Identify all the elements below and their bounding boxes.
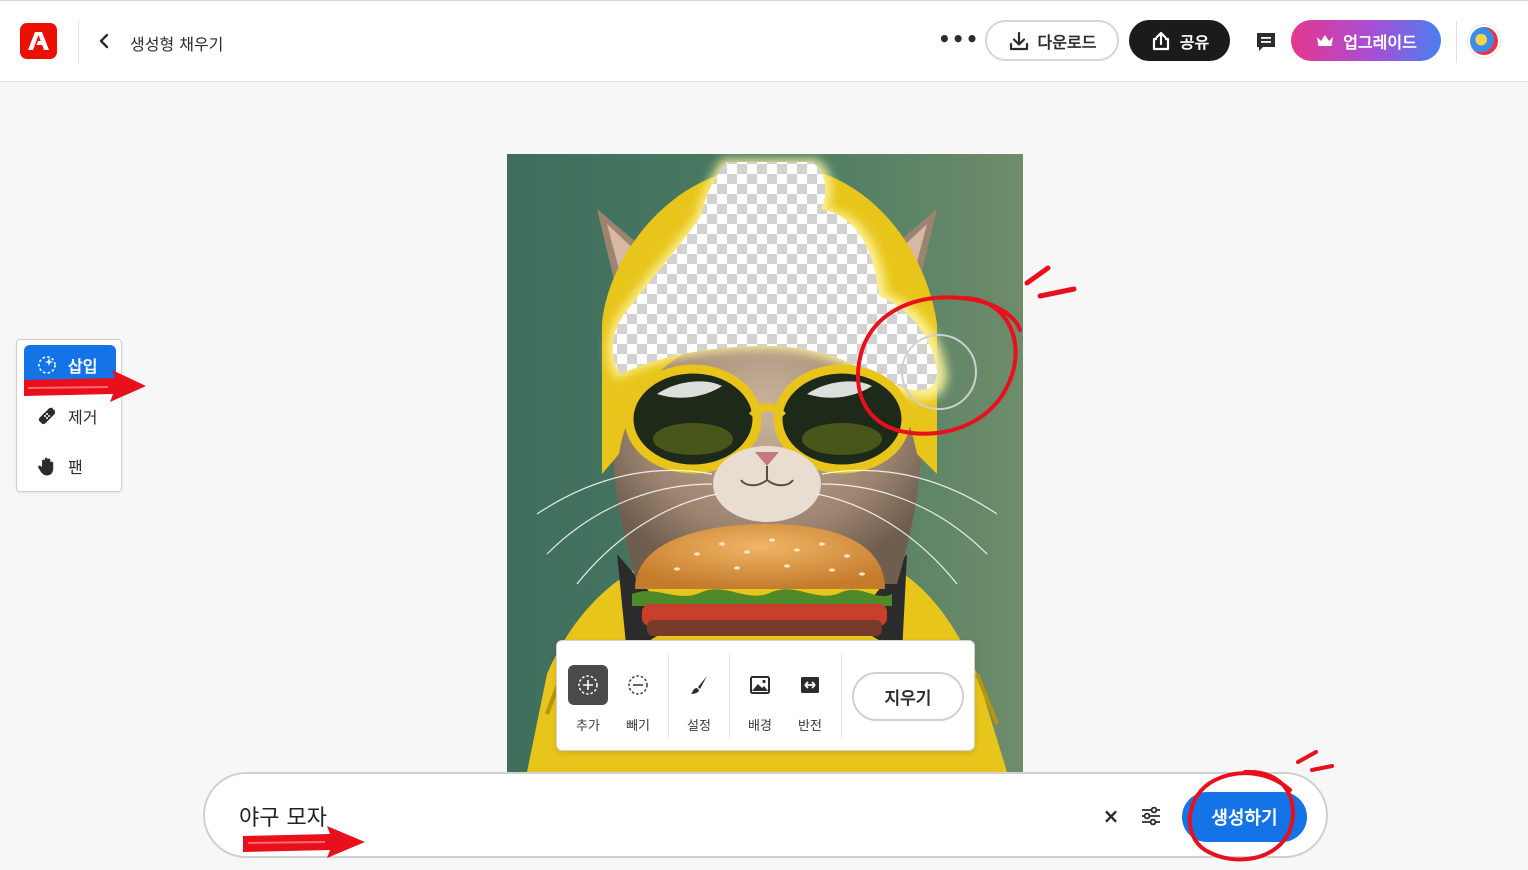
tool-remove[interactable]: 제거 [24, 396, 116, 436]
back-button[interactable] [94, 29, 116, 53]
adobe-a-icon [28, 32, 49, 50]
prompt-settings-button[interactable] [1139, 804, 1163, 828]
share-icon [1152, 31, 1169, 50]
brush-icon [679, 665, 719, 705]
sliders-icon [1142, 806, 1160, 826]
download-icon [1009, 31, 1028, 50]
hand-icon [38, 457, 54, 476]
brush-bar-divider [841, 653, 842, 739]
brush-subtract-label: 빼기 [626, 719, 650, 734]
annotation-emphasis-marks [1024, 265, 1077, 299]
erase-button[interactable]: 지우기 [852, 672, 964, 721]
brush-add-label: 추가 [576, 719, 600, 734]
comment-button[interactable] [1254, 30, 1278, 54]
eraser-bandage-icon [38, 407, 56, 425]
image-background-icon [740, 665, 780, 705]
prompt-input[interactable] [239, 798, 1059, 834]
add-selection-icon [568, 665, 608, 705]
more-options-button[interactable]: ••• [938, 29, 978, 55]
sparkle-dashed-circle-icon [38, 356, 56, 374]
generate-button[interactable]: 생성하기 [1182, 792, 1307, 842]
tool-insert-label: 삽입 [68, 357, 98, 376]
brush-settings-button[interactable]: 설정 [676, 665, 722, 734]
chevron-left-icon [99, 33, 109, 49]
page-title: 생성형 채우기 [130, 35, 224, 54]
selection-brush-bar: 추가 빼기 설정 배경 반전 지우기 [556, 640, 975, 751]
subtract-selection-icon [618, 665, 658, 705]
comment-icon [1257, 33, 1275, 51]
brush-background-button[interactable]: 배경 [737, 665, 783, 734]
brush-invert-button[interactable]: 반전 [787, 665, 833, 734]
download-label: 다운로드 [1037, 32, 1097, 52]
prompt-bar: × 생성하기 [203, 772, 1328, 858]
adobe-express-logo[interactable] [20, 23, 57, 59]
brush-bar-divider [729, 653, 730, 739]
tool-pan[interactable]: 팬 [24, 446, 116, 486]
brush-bar-divider [668, 653, 669, 739]
crown-icon [1317, 34, 1334, 46]
brush-add-button[interactable]: 추가 [565, 665, 611, 734]
brush-background-label: 배경 [748, 719, 772, 734]
brush-invert-label: 반전 [798, 719, 822, 734]
tool-insert[interactable]: 삽입 [24, 345, 116, 385]
top-header: 생성형 채우기 ••• 다운로드 공유 업그레이드 [0, 0, 1528, 82]
user-avatar[interactable] [1468, 25, 1500, 57]
invert-icon [790, 665, 830, 705]
tool-remove-label: 제거 [68, 408, 98, 427]
annotation-emphasis-marks [1296, 750, 1334, 772]
tool-panel: 삽입 제거 팬 [16, 339, 122, 492]
upgrade-button[interactable]: 업그레이드 [1291, 20, 1441, 61]
tool-pan-label: 팬 [68, 458, 83, 477]
upgrade-label: 업그레이드 [1343, 32, 1417, 52]
header-divider [1456, 21, 1457, 63]
download-button[interactable]: 다운로드 [985, 20, 1119, 61]
brush-settings-label: 설정 [687, 719, 711, 734]
brush-subtract-button[interactable]: 빼기 [615, 665, 661, 734]
share-button[interactable]: 공유 [1129, 20, 1230, 61]
header-divider [78, 21, 79, 63]
share-label: 공유 [1179, 32, 1210, 52]
clear-prompt-button[interactable]: × [1100, 804, 1122, 828]
